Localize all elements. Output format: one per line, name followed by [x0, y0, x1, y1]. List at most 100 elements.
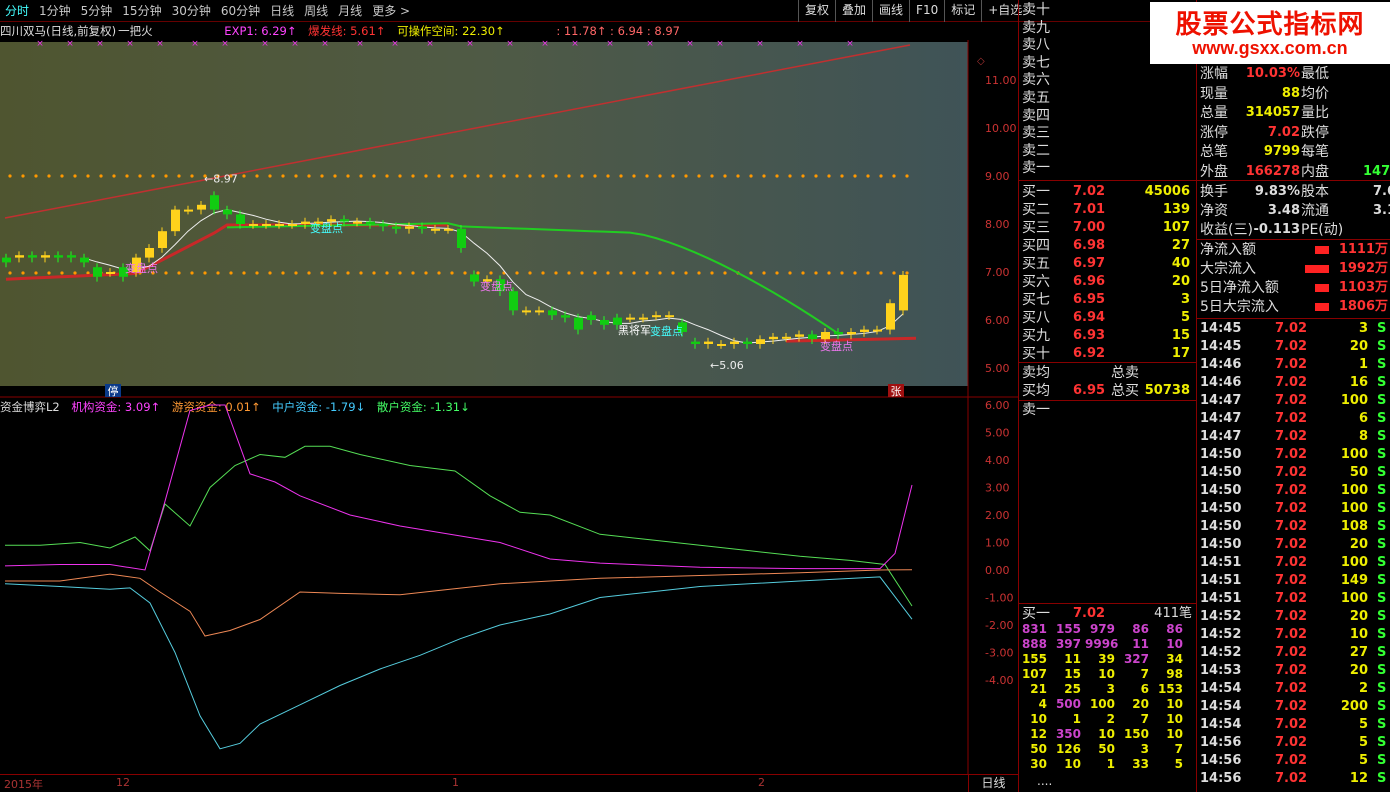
- main-chart[interactable]: 11.00 10.00 9.00 8.00 7.00 6.00 5.00 × × × × × × × × ×…: [0, 40, 1018, 398]
- tick-price: 7.02: [1275, 555, 1308, 570]
- level-dot-high: [268, 174, 272, 178]
- level-dot-mid: [606, 271, 610, 275]
- queue-cell: 98: [1166, 667, 1183, 681]
- tick-time: 14:53: [1200, 663, 1242, 678]
- queue-cell: 327: [1123, 652, 1149, 666]
- tab-6[interactable]: 日线: [265, 0, 299, 22]
- stat-value-2: 147: [1363, 163, 1390, 179]
- candle-body: [418, 226, 427, 229]
- period-label[interactable]: 日线: [968, 775, 1018, 792]
- tab-1[interactable]: 1分钟: [34, 0, 76, 22]
- candle-body: [28, 255, 37, 258]
- queue-cell: 21: [1030, 682, 1047, 696]
- level-dot-mid: [424, 271, 428, 275]
- queue-cell: 6: [1140, 682, 1149, 696]
- level-dot-high: [21, 174, 25, 178]
- level-dot-mid: [658, 271, 662, 275]
- candle-body: [561, 315, 570, 318]
- tool-button-4[interactable]: 标记: [944, 0, 981, 22]
- level-dot-high: [632, 174, 636, 178]
- tick-time: 14:50: [1200, 501, 1242, 516]
- queue-count: 411笔: [1154, 606, 1192, 621]
- queue-cell: 10: [1166, 727, 1183, 741]
- y-label-sub-6: 0.00: [985, 564, 1010, 577]
- stat-label-2: 均价: [1301, 85, 1329, 102]
- queue-cell: 15: [1064, 667, 1081, 681]
- candle-body: [873, 329, 882, 332]
- tick-side: S: [1377, 375, 1387, 390]
- tool-button-3[interactable]: F10: [909, 0, 944, 22]
- level-dot-mid: [515, 271, 519, 275]
- buy-level-volume: 139: [1162, 202, 1190, 217]
- buy-level-label: 买六: [1022, 274, 1050, 290]
- flow-label: 5日大宗流入: [1200, 299, 1279, 315]
- queue-cell: 350: [1055, 727, 1081, 741]
- tab-0[interactable]: 分时: [0, 0, 34, 22]
- tick-time: 14:56: [1200, 771, 1242, 786]
- watermark-banner: 股票公式指标网 www.gsxx.com.cn: [1150, 2, 1390, 64]
- candle-body: [626, 317, 635, 320]
- stat-label: 现量: [1200, 85, 1228, 102]
- total-sell-label: 总卖: [1111, 365, 1139, 381]
- tick-volume: 100: [1340, 393, 1368, 408]
- tick-volume: 8: [1358, 429, 1368, 444]
- queue-cell: 831: [1021, 622, 1047, 636]
- diamond-icon: ◇: [977, 56, 985, 67]
- tick-time: 14:51: [1200, 573, 1242, 588]
- buy-level-price: 6.96: [1073, 274, 1106, 289]
- tab-2[interactable]: 5分钟: [76, 0, 118, 22]
- level-dot-mid: [619, 271, 623, 275]
- tool-button-0[interactable]: 复权: [798, 0, 835, 22]
- tool-button-2[interactable]: 画线: [872, 0, 909, 22]
- tab-9[interactable]: 更多 >: [367, 0, 415, 22]
- queue-cell: 10: [1098, 727, 1115, 741]
- queue-cell: 10: [1098, 667, 1115, 681]
- level-dot-high: [34, 174, 38, 178]
- flow-label: 5日净流入额: [1200, 280, 1279, 296]
- level-dot-high: [164, 174, 168, 178]
- candle-body: [405, 226, 414, 229]
- tab-5[interactable]: 60分钟: [216, 0, 265, 22]
- candle-body: [431, 228, 440, 231]
- queue-cell: 7: [1174, 742, 1183, 756]
- level-dot-high: [307, 174, 311, 178]
- level-dot-high: [398, 174, 402, 178]
- queue-cell: 2: [1106, 712, 1115, 726]
- tick-time: 14:51: [1200, 555, 1242, 570]
- candle-body: [223, 209, 232, 215]
- tick-price: 7.02: [1275, 465, 1308, 480]
- level-dot-high: [840, 174, 844, 178]
- tick-time: 14:54: [1200, 699, 1242, 714]
- y-label-main-4: 7.00: [985, 266, 1010, 279]
- tool-button-1[interactable]: 叠加: [835, 0, 872, 22]
- tab-8[interactable]: 月线: [333, 0, 367, 22]
- sell-level-6: 卖四: [1022, 107, 1050, 124]
- exp1-value: EXP1: 6.29↑: [224, 24, 297, 38]
- sub-chart[interactable]: 6.00 5.00 4.00 3.00 2.00 1.00 0.00 -1.00 -2.00 -3…: [0, 398, 1018, 774]
- tick-volume: 5: [1358, 735, 1368, 750]
- fin-value-2: 7.6: [1373, 184, 1390, 199]
- level-dot-mid: [437, 271, 441, 275]
- level-dot-mid: [879, 271, 883, 275]
- level-dot-high: [476, 174, 480, 178]
- buy-level-volume: 45006: [1144, 184, 1190, 199]
- fin-value: 9.83%: [1254, 184, 1300, 199]
- top-marker: ×: [716, 40, 724, 49]
- candle-body: [41, 255, 50, 258]
- candle-body: [301, 221, 310, 224]
- level-dot-mid: [372, 271, 376, 275]
- top-marker: ×: [261, 40, 269, 49]
- tab-3[interactable]: 15分钟: [117, 0, 166, 22]
- queue-cell: 107: [1021, 667, 1047, 681]
- level-dot-mid: [684, 271, 688, 275]
- level-dot-mid: [307, 271, 311, 275]
- tick-volume: 3: [1358, 321, 1368, 336]
- level-dot-high: [359, 174, 363, 178]
- tab-4[interactable]: 30分钟: [167, 0, 216, 22]
- level-dot-mid: [632, 271, 636, 275]
- stat-value: 9799: [1263, 144, 1300, 159]
- level-dot-mid: [905, 271, 909, 275]
- tab-7[interactable]: 周线: [299, 0, 333, 22]
- candle-body: [288, 224, 297, 226]
- candle-body: [587, 315, 596, 320]
